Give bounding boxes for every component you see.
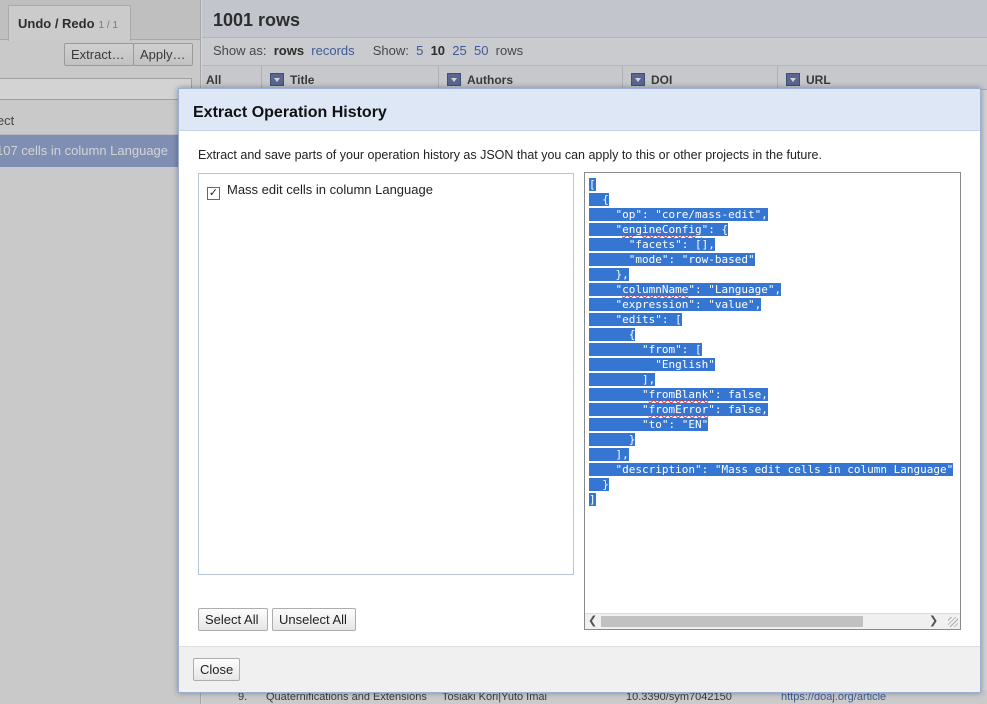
json-line: },: [589, 267, 953, 282]
json-line-text: "op": "core/mass-edit",: [589, 208, 768, 221]
json-line-text: "from": [: [589, 343, 702, 356]
json-line: "mode": "row-based": [589, 252, 953, 267]
json-line: "columnName": "Language",: [589, 282, 953, 297]
json-line-text: "description": "Mass edit cells in colum…: [589, 463, 954, 476]
json-line-text: {: [589, 193, 609, 206]
json-line: "description": "Mass edit cells in colum…: [589, 462, 954, 477]
spellcheck-word: fromError: [648, 403, 709, 416]
json-line: "facets": [],: [589, 237, 953, 252]
json-line: }: [589, 432, 953, 447]
json-output-textarea[interactable]: [ { "op": "core/mass-edit", "engineConfi…: [584, 172, 961, 630]
json-line: {: [589, 192, 953, 207]
dialog-description: Extract and save parts of your operation…: [198, 148, 822, 162]
operations-list: ✓ Mass edit cells in column Language: [198, 173, 574, 575]
json-line-text: "columnName": "Language",: [589, 283, 782, 296]
json-line: "edits": [: [589, 312, 953, 327]
json-line: "English": [589, 357, 953, 372]
scroll-thumb[interactable]: [601, 616, 863, 627]
json-line-text: ]: [589, 493, 596, 506]
json-line-text: [: [589, 178, 596, 191]
json-line: }: [589, 477, 953, 492]
json-line-text: "engineConfig": {: [589, 223, 729, 236]
spellcheck-word: columnName: [622, 283, 689, 296]
json-line-text: "mode": "row-based": [589, 253, 755, 266]
dialog-title: Extract Operation History: [179, 89, 980, 131]
resize-grip-icon[interactable]: [948, 617, 958, 627]
spellcheck-word: engineConfig: [622, 223, 702, 236]
json-line-text: }: [589, 478, 609, 491]
operation-label: Mass edit cells in column Language: [227, 182, 433, 197]
dialog-footer: Close: [179, 646, 980, 692]
json-line-text: },: [589, 268, 629, 281]
json-line-text: "edits": [: [589, 313, 682, 326]
json-line-text: ],: [589, 373, 656, 386]
json-line-text: "English": [589, 358, 715, 371]
json-line: {: [589, 327, 953, 342]
json-line-text: "expression": "value",: [589, 298, 762, 311]
operation-item[interactable]: ✓ Mass edit cells in column Language: [207, 182, 433, 200]
json-line: "op": "core/mass-edit",: [589, 207, 953, 222]
select-all-button[interactable]: Select All: [198, 608, 268, 631]
json-line-text: {: [589, 328, 636, 341]
spellcheck-word: fromBlank: [648, 388, 709, 401]
json-line: "fromError": false,: [589, 402, 953, 417]
json-line-text: ],: [589, 448, 629, 461]
unselect-all-button[interactable]: Unselect All: [272, 608, 356, 631]
json-line: ],: [589, 372, 953, 387]
horizontal-scrollbar[interactable]: ❮ ❯: [585, 613, 960, 629]
json-line: "to": "EN": [589, 417, 953, 432]
scroll-right-icon[interactable]: ❯: [929, 615, 939, 628]
extract-history-dialog: Extract Operation History Extract and sa…: [178, 88, 981, 693]
json-line-text: "fromError": false,: [589, 403, 768, 416]
json-content: [ { "op": "core/mass-edit", "engineConfi…: [589, 177, 954, 507]
json-line: ],: [589, 447, 953, 462]
json-line: "engineConfig": {: [589, 222, 953, 237]
json-line-text: "to": "EN": [589, 418, 709, 431]
close-button[interactable]: Close: [193, 658, 240, 681]
json-line-text: "fromBlank": false,: [589, 388, 768, 401]
json-line: [: [589, 177, 953, 192]
json-line-text: "facets": [],: [589, 238, 715, 251]
json-line: "fromBlank": false,: [589, 387, 953, 402]
json-line-text: }: [589, 433, 636, 446]
json-line: "from": [: [589, 342, 953, 357]
scroll-left-icon[interactable]: ❮: [588, 615, 598, 628]
json-line: ]: [589, 492, 953, 507]
operation-checkbox[interactable]: ✓: [207, 187, 220, 200]
json-line: "expression": "value",: [589, 297, 953, 312]
